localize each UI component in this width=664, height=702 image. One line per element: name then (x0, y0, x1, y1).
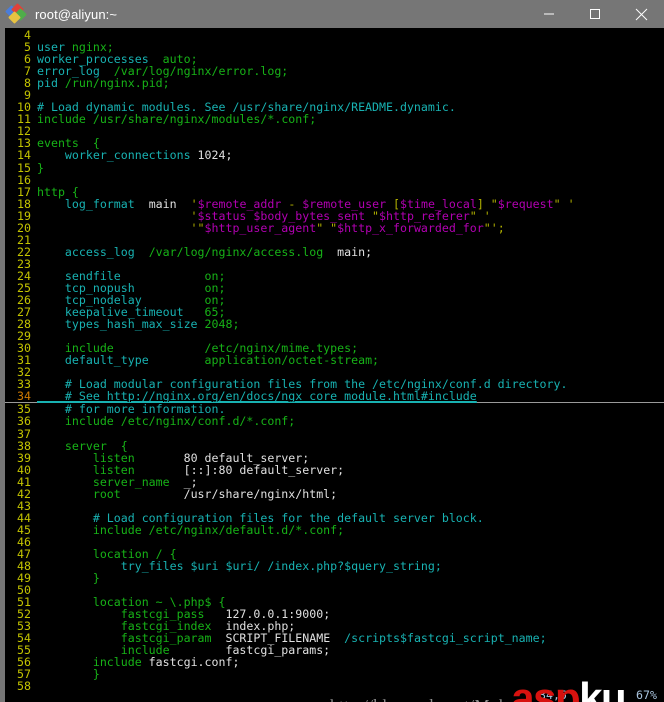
code-line: 28 types_hash_max_size 2048; (5, 318, 664, 330)
line-content: } (37, 571, 100, 585)
watermark-aspku-logo: aspku.com 免费网站源码下载站! (511, 677, 662, 702)
code-token: /etc/nginx/default.d/*.conf; (141, 522, 345, 537)
line-number: 17 (17, 184, 31, 199)
code-token: " ' (553, 196, 575, 211)
line-content: types_hash_max_size 2048; (37, 317, 240, 332)
line-number: 38 (17, 438, 31, 453)
code-token: } (37, 571, 100, 586)
code-token: $http_x_forwarded_for (337, 220, 484, 235)
line-number: 36 (17, 414, 31, 429)
terminal-body[interactable]: 4 5 user nginx; 6 worker_processes auto; 7 err… (0, 28, 664, 702)
code-line: 22 access_log /var/log/nginx/access.log … (5, 246, 664, 258)
line-number: 20 (17, 220, 31, 235)
watermark-brand-asp: asp (511, 674, 580, 702)
line-content: worker_connections 1024; (37, 148, 233, 163)
code-line: 11 include /usr/share/nginx/modules/*.con… (5, 113, 664, 125)
code-line: 15} (5, 160, 664, 175)
code-token: pid (37, 76, 58, 91)
code-token: include (37, 112, 86, 127)
code-token: 2048; (197, 317, 240, 332)
code-token: include (37, 522, 142, 537)
code-line: 36 include /etc/nginx/conf.d/*.conf; (5, 415, 664, 427)
line-content: } (37, 161, 44, 175)
line-number: 4 (24, 28, 31, 42)
terminal-window: root@aliyun:~ 4 5 user nginx; 6 worker_proce… (0, 0, 664, 702)
code-token: /var/log/nginx/access.log (134, 244, 324, 259)
app-diamond-icon (5, 3, 27, 24)
line-number: 18 (17, 196, 31, 211)
code-token: $request (497, 196, 554, 211)
line-number: 34 (17, 389, 31, 404)
line-content: pid /run/nginx.pid; (37, 76, 170, 90)
code-token: /usr/share/nginx/html; (120, 486, 338, 501)
code-line: 48 try_files $uri $uri/ /index.php?$quer… (5, 560, 664, 572)
code-token: application/octet-stream; (148, 353, 380, 368)
line-number: 15 (17, 160, 31, 175)
watermark-blog-url: http://blog.csdn.net/Mukes (330, 696, 523, 702)
code-token: " " (316, 220, 338, 235)
line-number: 37 (17, 426, 31, 441)
line-number: 5 (24, 40, 31, 55)
code-token: "'; (483, 220, 505, 235)
line-content: '"$http_user_agent" "$http_x_forwarded_f… (37, 221, 505, 235)
line-number: 41 (17, 474, 31, 489)
line-content: default_type application/octet-stream; (37, 353, 379, 367)
code-token: fastcgi.conf; (141, 655, 240, 670)
code-token: '" (37, 220, 205, 235)
watermark-brand-com: .com (625, 697, 662, 702)
code-token: root (37, 486, 121, 501)
code-line: 16 (5, 174, 664, 186)
code-line: 31 default_type application/octet-stream… (5, 354, 664, 366)
line-number: 40 (17, 462, 31, 477)
line-number: 7 (24, 64, 31, 79)
code-line: 14 worker_connections 1024; (5, 149, 664, 161)
window-controls (526, 0, 664, 28)
line-number: 8 (24, 76, 31, 91)
code-token: $http_user_agent (204, 220, 317, 235)
line-number: 19 (17, 208, 31, 223)
maximize-button[interactable] (572, 0, 618, 28)
code-token: worker_connections (37, 148, 191, 163)
code-token: access_log (37, 244, 135, 259)
code-token: main; (323, 244, 373, 259)
code-line: 8 pid /run/nginx.pid; (5, 77, 664, 89)
code-lines: 4 5 user nginx; 6 worker_processes auto; 7 err… (5, 29, 664, 693)
code-token: } (37, 160, 44, 175)
minimize-button[interactable] (526, 0, 572, 28)
line-content: include /etc/nginx/conf.d/*.conf; (37, 414, 295, 428)
line-number: 39 (17, 450, 31, 465)
line-number: 6 (24, 52, 31, 67)
code-token: # See http://nginx.org/en/docs/ngx_core_… (37, 389, 477, 404)
code-line: 45 include /etc/nginx/default.d/*.conf; (5, 524, 664, 536)
watermark-brand: aspku.com (511, 677, 662, 702)
watermark-brand-ku: ku (579, 674, 627, 702)
line-number: 14 (17, 148, 31, 163)
line-content: root /usr/share/nginx/html; (37, 487, 337, 501)
close-button[interactable] (618, 0, 664, 28)
code-line: 42 root /usr/share/nginx/html; (5, 488, 664, 500)
editor-screen[interactable]: 4 5 user nginx; 6 worker_processes auto; 7 err… (5, 28, 664, 702)
code-token: /usr/share/nginx/modules/*.conf; (85, 112, 317, 127)
code-token: /scripts$fastcgi_script_name; (330, 631, 547, 646)
line-content: include /etc/nginx/default.d/*.conf; (37, 523, 344, 537)
code-line: 49 } (5, 572, 664, 584)
line-content: } (37, 667, 100, 681)
code-line: 20 '"$http_user_agent" "$http_x_forwarde… (5, 222, 664, 234)
window-titlebar[interactable]: root@aliyun:~ (0, 0, 664, 28)
code-token: include (37, 414, 114, 429)
code-token: /run/nginx.pid; (57, 76, 170, 91)
window-title: root@aliyun:~ (35, 6, 118, 22)
line-content: include /usr/share/nginx/modules/*.conf; (37, 112, 316, 126)
code-token: default_type (37, 353, 149, 368)
code-token: types_hash_max_size (37, 317, 198, 332)
code-token: } (37, 667, 100, 682)
line-content: access_log /var/log/nginx/access.log mai… (37, 245, 372, 259)
code-line: 12 (5, 125, 664, 137)
line-number: 16 (17, 172, 31, 187)
code-line: 56 include fastcgi.conf; (5, 656, 664, 668)
code-token: /etc/nginx/conf.d/*.conf; (113, 414, 296, 429)
line-number: 42 (17, 486, 31, 501)
code-token: 1024; (190, 148, 233, 163)
